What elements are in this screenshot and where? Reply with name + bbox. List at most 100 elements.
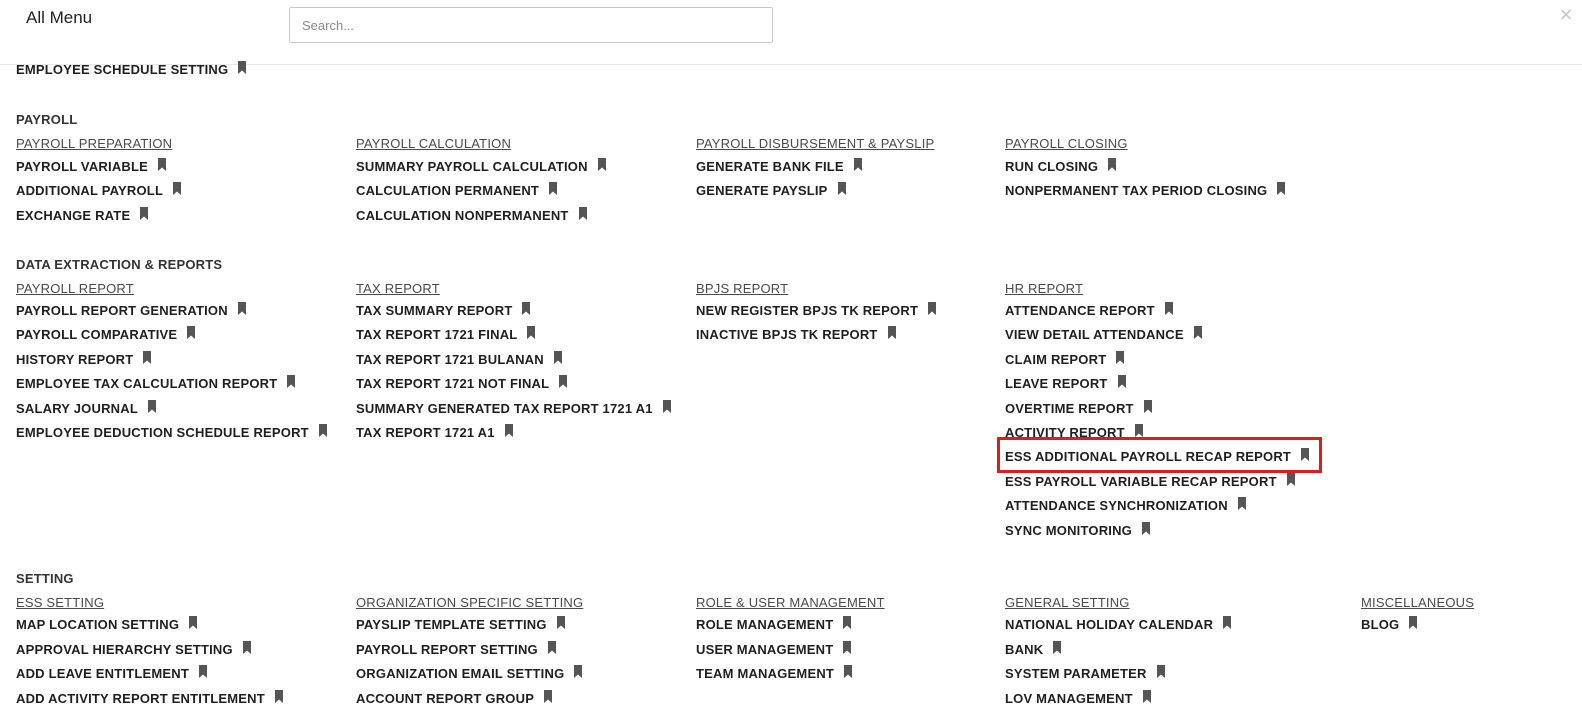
menu-item-blog[interactable]: BLOG xyxy=(1361,616,1420,632)
bookmark-icon[interactable] xyxy=(1115,350,1127,364)
menu-item-user-management[interactable]: USER MANAGEMENT xyxy=(696,640,854,657)
group-header-payroll-calculation[interactable]: PAYROLL CALCULATION xyxy=(356,136,511,151)
group-header-bpjs-report[interactable]: BPJS REPORT xyxy=(696,281,788,296)
bookmark-icon[interactable] xyxy=(842,640,854,654)
menu-item-ess-additional-payroll-recap-report[interactable]: ESS ADDITIONAL PAYROLL RECAP REPORT xyxy=(1005,448,1312,464)
menu-item-history-report[interactable]: HISTORY REPORT xyxy=(16,350,154,367)
menu-item-payroll-comparative[interactable]: PAYROLL COMPARATIVE xyxy=(16,326,198,342)
menu-item-add-leave-entitlement[interactable]: ADD LEAVE ENTITLEMENT xyxy=(16,665,210,681)
bookmark-icon[interactable] xyxy=(1408,616,1420,629)
group-header-tax-report[interactable]: TAX REPORT xyxy=(356,281,440,296)
menu-item-sync-monitoring[interactable]: SYNC MONITORING xyxy=(1005,521,1153,538)
bookmark-icon[interactable] xyxy=(1222,616,1234,629)
bookmark-icon[interactable] xyxy=(157,158,169,171)
bookmark-icon[interactable] xyxy=(1276,182,1288,196)
bookmark-icon[interactable] xyxy=(188,616,200,629)
bookmark-icon[interactable] xyxy=(274,689,286,703)
bookmark-icon[interactable] xyxy=(1143,399,1155,413)
bookmark-icon[interactable] xyxy=(139,206,151,220)
bookmark-icon[interactable] xyxy=(553,350,565,364)
menu-item-map-location-setting[interactable]: MAP LOCATION SETTING xyxy=(16,616,200,632)
menu-item-bank[interactable]: BANK xyxy=(1005,640,1064,657)
menu-item-leave-report[interactable]: LEAVE REPORT xyxy=(1005,375,1129,391)
menu-item-employee-schedule-setting[interactable]: EMPLOYEE SCHEDULE SETTING xyxy=(16,61,249,77)
menu-item-summary-generated-tax-report-1721-a1[interactable]: SUMMARY GENERATED TAX REPORT 1721 A1 xyxy=(356,399,674,416)
menu-item-view-detail-attendance[interactable]: VIEW DETAIL ATTENDANCE xyxy=(1005,326,1205,342)
menu-item-lov-management[interactable]: LOV MANAGEMENT xyxy=(1005,689,1154,706)
group-header-miscellaneous[interactable]: MISCELLANEOUS xyxy=(1361,595,1474,610)
group-header-payroll-report[interactable]: PAYROLL REPORT xyxy=(16,281,134,296)
bookmark-icon[interactable] xyxy=(142,350,154,364)
menu-item-generate-bank-file[interactable]: GENERATE BANK FILE xyxy=(696,158,865,174)
bookmark-icon[interactable] xyxy=(927,302,939,315)
menu-item-claim-report[interactable]: CLAIM REPORT xyxy=(1005,350,1127,367)
bookmark-icon[interactable] xyxy=(1286,472,1298,486)
bookmark-icon[interactable] xyxy=(1107,158,1119,171)
bookmark-icon[interactable] xyxy=(526,326,538,340)
menu-item-system-parameter[interactable]: SYSTEM PARAMETER xyxy=(1005,665,1168,681)
bookmark-icon[interactable] xyxy=(543,689,555,703)
bookmark-icon[interactable] xyxy=(286,375,298,389)
menu-item-employee-deduction-schedule-report[interactable]: EMPLOYEE DEDUCTION SCHEDULE REPORT xyxy=(16,424,330,440)
bookmark-icon[interactable] xyxy=(1142,689,1154,703)
menu-item-calculation-permanent[interactable]: CALCULATION PERMANENT xyxy=(356,182,560,198)
bookmark-icon[interactable] xyxy=(186,326,198,340)
menu-item-salary-journal[interactable]: SALARY JOURNAL xyxy=(16,399,159,416)
bookmark-icon[interactable] xyxy=(198,665,210,678)
menu-item-tax-report-1721-a1[interactable]: TAX REPORT 1721 A1 xyxy=(356,424,516,440)
menu-item-nonpermanent-tax-period-closing[interactable]: NONPERMANENT TAX PERIOD CLOSING xyxy=(1005,182,1288,198)
group-header-role-and-user-management[interactable]: ROLE & USER MANAGEMENT xyxy=(696,595,885,610)
group-header-ess-setting[interactable]: ESS SETTING xyxy=(16,595,104,610)
menu-item-attendance-report[interactable]: ATTENDANCE REPORT xyxy=(1005,302,1176,318)
bookmark-icon[interactable] xyxy=(237,61,249,74)
bookmark-icon[interactable] xyxy=(843,665,855,678)
bookmark-icon[interactable] xyxy=(573,665,585,678)
menu-item-additional-payroll[interactable]: ADDITIONAL PAYROLL xyxy=(16,182,184,198)
bookmark-icon[interactable] xyxy=(147,399,159,413)
group-header-general-setting[interactable]: GENERAL SETTING xyxy=(1005,595,1130,610)
menu-item-exchange-rate[interactable]: EXCHANGE RATE xyxy=(16,206,151,223)
menu-item-calculation-nonpermanent[interactable]: CALCULATION NONPERMANENT xyxy=(356,206,590,223)
menu-item-payslip-template-setting[interactable]: PAYSLIP TEMPLATE SETTING xyxy=(356,616,568,632)
menu-item-add-activity-report-entitlement[interactable]: ADD ACTIVITY REPORT ENTITLEMENT xyxy=(16,689,286,706)
menu-item-payroll-report-generation[interactable]: PAYROLL REPORT GENERATION xyxy=(16,302,249,318)
bookmark-icon[interactable] xyxy=(1156,665,1168,678)
bookmark-icon[interactable] xyxy=(1134,424,1146,437)
menu-item-tax-report-1721-final[interactable]: TAX REPORT 1721 FINAL xyxy=(356,326,538,342)
bookmark-icon[interactable] xyxy=(237,302,249,315)
bookmark-icon[interactable] xyxy=(1052,640,1064,654)
bookmark-icon[interactable] xyxy=(504,424,516,437)
bookmark-icon[interactable] xyxy=(172,182,184,196)
menu-item-approval-hierarchy-setting[interactable]: APPROVAL HIERARCHY SETTING xyxy=(16,640,254,657)
bookmark-icon[interactable] xyxy=(853,158,865,171)
bookmark-icon[interactable] xyxy=(521,302,533,315)
menu-item-payroll-variable[interactable]: PAYROLL VARIABLE xyxy=(16,158,169,174)
menu-item-ess-payroll-variable-recap-report[interactable]: ESS PAYROLL VARIABLE RECAP REPORT xyxy=(1005,472,1298,489)
bookmark-icon[interactable] xyxy=(597,158,609,171)
bookmark-icon[interactable] xyxy=(1193,326,1205,340)
menu-item-run-closing[interactable]: RUN CLOSING xyxy=(1005,158,1119,174)
search-input[interactable] xyxy=(289,7,773,43)
menu-item-inactive-bpjs-tk-report[interactable]: INACTIVE BPJS TK REPORT xyxy=(696,326,899,342)
menu-item-attendance-synchronization[interactable]: ATTENDANCE SYNCHRONIZATION xyxy=(1005,497,1249,513)
menu-item-employee-tax-calculation-report[interactable]: EMPLOYEE TAX CALCULATION REPORT xyxy=(16,375,298,391)
bookmark-icon[interactable] xyxy=(1164,302,1176,315)
group-header-payroll-closing[interactable]: PAYROLL CLOSING xyxy=(1005,136,1128,151)
bookmark-icon[interactable] xyxy=(242,640,254,654)
bookmark-icon[interactable] xyxy=(1237,497,1249,511)
group-header-payroll-preparation[interactable]: PAYROLL PREPARATION xyxy=(16,136,172,151)
bookmark-icon[interactable] xyxy=(556,616,568,629)
bookmark-icon[interactable] xyxy=(547,640,559,654)
menu-item-tax-report-1721-not-final[interactable]: TAX REPORT 1721 NOT FINAL xyxy=(356,375,570,391)
menu-item-payroll-report-setting[interactable]: PAYROLL REPORT SETTING xyxy=(356,640,559,657)
bookmark-icon[interactable] xyxy=(578,206,590,220)
bookmark-icon[interactable] xyxy=(1117,375,1129,389)
menu-item-activity-report[interactable]: ACTIVITY REPORT xyxy=(1005,424,1146,440)
group-header-hr-report[interactable]: HR REPORT xyxy=(1005,281,1083,296)
group-header-organization-specific-setting[interactable]: ORGANIZATION SPECIFIC SETTING xyxy=(356,595,583,610)
bookmark-icon[interactable] xyxy=(887,326,899,340)
bookmark-icon[interactable] xyxy=(548,182,560,196)
menu-item-tax-report-1721-bulanan[interactable]: TAX REPORT 1721 BULANAN xyxy=(356,350,565,367)
bookmark-icon[interactable] xyxy=(662,399,674,413)
menu-item-summary-payroll-calculation[interactable]: SUMMARY PAYROLL CALCULATION xyxy=(356,158,609,174)
